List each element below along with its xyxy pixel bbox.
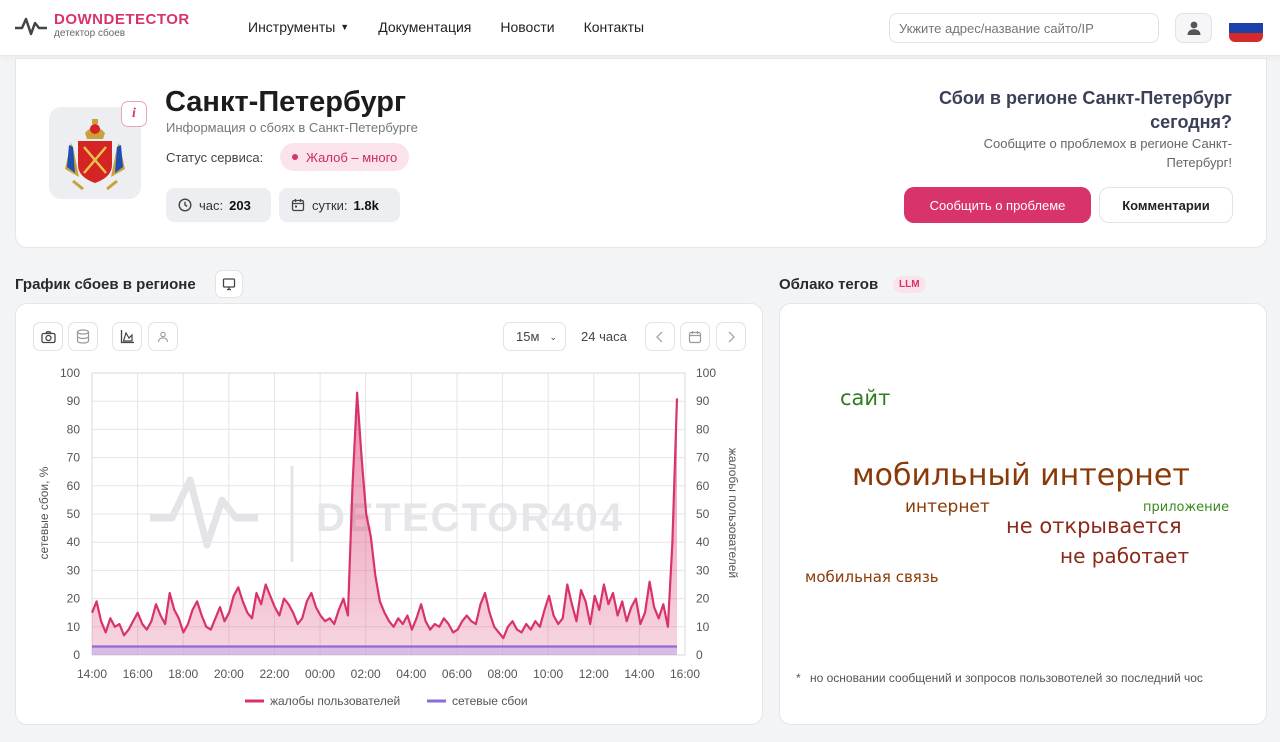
legend-network-label: сетевые сбои — [452, 694, 528, 708]
y-tick-right: 90 — [696, 394, 710, 408]
y-tick-left: 60 — [67, 479, 81, 493]
x-tick-label: 18:00 — [168, 667, 198, 681]
x-tick-label: 10:00 — [533, 667, 563, 681]
tag-site[interactable]: сайт — [840, 386, 890, 410]
y-tick-right: 10 — [696, 620, 710, 634]
y-tick-left: 70 — [67, 451, 81, 465]
y-tick-left: 30 — [67, 563, 81, 577]
y-tick-right: 20 — [696, 592, 710, 606]
y-tick-left: 50 — [67, 507, 81, 521]
x-tick-label: 04:00 — [396, 667, 426, 681]
y-axis-right-label: жалобы пользователей — [726, 448, 740, 578]
x-tick-label: 16:00 — [123, 667, 153, 681]
y-axis-left-label: сетевые сбои, % — [37, 466, 51, 559]
x-tick-label: 06:00 — [442, 667, 472, 681]
y-tick-right: 60 — [696, 479, 710, 493]
y-tick-right: 80 — [696, 422, 710, 436]
y-tick-left: 80 — [67, 422, 81, 436]
tag-internet[interactable]: интернет — [905, 497, 990, 517]
legend-complaints-label: жалобы пользователей — [270, 694, 400, 708]
tag-app[interactable]: приложение — [1143, 500, 1229, 515]
tag-mobile-internet[interactable]: мобильный интернет — [852, 458, 1190, 493]
x-tick-label: 16:00 — [670, 667, 700, 681]
network-area — [92, 646, 677, 655]
x-tick-label: 14:00 — [624, 667, 654, 681]
y-tick-left: 100 — [60, 366, 80, 380]
x-tick-label: 12:00 — [579, 667, 609, 681]
tag-not-opening[interactable]: не открывается — [1006, 514, 1182, 538]
tag-cloud-footnote: * но основании сообщений и зопросов польз… — [796, 671, 1203, 685]
y-tick-left: 90 — [67, 394, 81, 408]
y-tick-right: 70 — [696, 451, 710, 465]
y-tick-right: 40 — [696, 535, 710, 549]
x-tick-label: 20:00 — [214, 667, 244, 681]
y-tick-left: 10 — [67, 620, 81, 634]
tag-not-working[interactable]: не работает — [1060, 544, 1189, 568]
y-tick-left: 20 — [67, 592, 81, 606]
y-tick-right: 100 — [696, 366, 716, 380]
chart-legend: жалобы пользователей сетевые сбои — [245, 694, 528, 708]
x-tick-label: 00:00 — [305, 667, 335, 681]
y-tick-left: 40 — [67, 535, 81, 549]
x-tick-label: 08:00 — [488, 667, 518, 681]
y-tick-right: 30 — [696, 563, 710, 577]
y-tick-right: 0 — [696, 648, 703, 662]
tag-mobile-network[interactable]: мобильная связь — [805, 568, 939, 586]
y-tick-right: 50 — [696, 507, 710, 521]
y-tick-left: 0 — [73, 648, 80, 662]
x-tick-label: 02:00 — [351, 667, 381, 681]
x-tick-label: 14:00 — [77, 667, 107, 681]
x-tick-label: 22:00 — [259, 667, 289, 681]
